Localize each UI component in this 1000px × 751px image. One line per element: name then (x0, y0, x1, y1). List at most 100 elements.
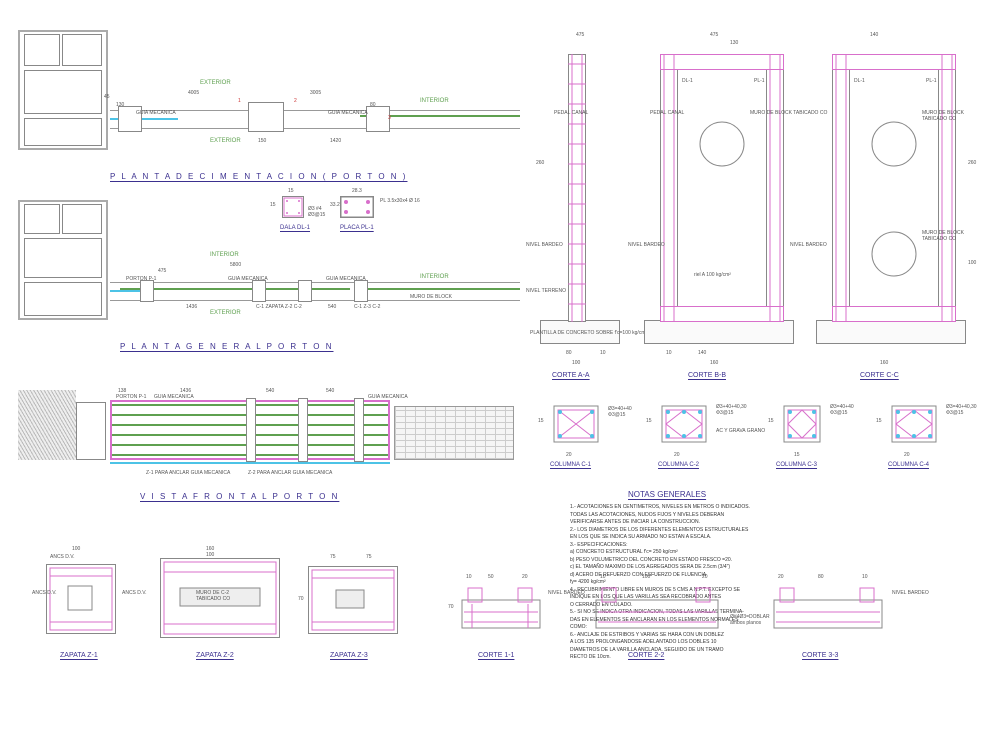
col3-15b: 15 (794, 452, 800, 458)
top-475b: 475 (710, 32, 718, 38)
cc-bars-r (938, 54, 956, 322)
plan2-int: INTERIOR (210, 252, 239, 258)
dala-15a: 15 (270, 202, 276, 208)
cc-base (816, 320, 966, 344)
aa-nb: NIVEL BARDEO (526, 242, 563, 248)
d540: 540 (328, 304, 336, 310)
d475: 475 (158, 268, 166, 274)
bb-pedal: PEDAL CANAL (650, 110, 684, 116)
vf-ancl1: Z-1 PARA ANCLAR GUIA MECANICA (146, 470, 230, 476)
col3-note: Ø3=40+40 Φ3@15 (830, 404, 854, 416)
c11-70: 70 (448, 604, 454, 610)
z1-100: 100 (72, 546, 80, 552)
bb-bars-r (766, 54, 784, 322)
t-z1: ZAPATA Z-1 (60, 652, 98, 659)
placa-txt: PL 3.5x30x4 Ø 16 (380, 198, 420, 204)
c33 (770, 584, 886, 638)
vf-p2 (298, 398, 308, 462)
cc-bars-l (832, 54, 850, 322)
d1436: 1436 (186, 304, 197, 310)
cc-c2 (870, 230, 918, 278)
aa-d10: 10 (600, 350, 606, 356)
vf-p3 (354, 398, 364, 462)
bb-nb: NIVEL BARDEO (628, 242, 665, 248)
c11-nb: NIVEL BARDEO (548, 590, 585, 596)
bb-nb2: NIVEL BARDEO (790, 242, 827, 248)
c22-txt: Ø#4Ø3=DOBLARambos planos (730, 614, 770, 626)
t-col2: COLUMNA C-2 (658, 462, 699, 468)
d1420: 1420 (330, 138, 341, 144)
title-plan2: P L A N T A G E N E R A L P O R T O N (120, 342, 333, 351)
plan2-c4 (354, 280, 368, 302)
bb-dl1: DL-1 (682, 78, 693, 84)
aa-bars (568, 54, 586, 322)
vf-right-wall (394, 406, 514, 460)
bb-d10: 10 (666, 350, 672, 356)
cc-muro1: MURO DE BLOCK TABICADO CO (922, 110, 990, 122)
c33-20: 20 (778, 574, 784, 580)
t-aa: CORTE A-A (552, 372, 590, 379)
d45: 45 (104, 94, 110, 100)
t-col1: COLUMNA C-1 (550, 462, 591, 468)
bb-160: 160 (710, 360, 718, 366)
c22-20: 20 (702, 574, 708, 580)
vf-door (76, 402, 106, 460)
plan1-room4 (24, 118, 102, 146)
aa-pedal: PEDAL CANAL (554, 110, 588, 116)
cut1: 1 (238, 98, 241, 104)
vf-guia: GUIA MECANICA (154, 394, 194, 400)
col1-15: 15 (538, 418, 544, 424)
aa-d100: 100 (572, 360, 580, 366)
c11-20: 20 (522, 574, 528, 580)
plan1-int1: INTERIOR (420, 98, 449, 104)
c11-50: 50 (488, 574, 494, 580)
cc-260: 260 (968, 160, 976, 166)
l-guia4: GUIA MECANICA (326, 276, 366, 282)
plan1-strip-bot (110, 128, 520, 129)
z3-75b: 75 (366, 554, 372, 560)
d4005: 4005 (188, 90, 199, 96)
plan2-c3 (298, 280, 312, 302)
l-mblock: MURO DE BLOCK (410, 294, 452, 300)
vf-p1 (246, 398, 256, 462)
t-col4: COLUMNA C-4 (888, 462, 929, 468)
plan2-c2 (252, 280, 266, 302)
placa-283: 28.3 (352, 188, 362, 194)
c22-10: 10 (600, 574, 606, 580)
bb-130: 130 (730, 40, 738, 46)
title-plan1: P L A N T A D E C I M E N T A C I O N ( … (110, 172, 407, 181)
t-cc: CORTE C-C (860, 372, 899, 379)
t-dala: DALA DL-1 (280, 225, 310, 231)
aa-plant: PLANTILLA DE CONCRETO SOBRE f'c=100 kg/c… (530, 330, 647, 336)
plan2-int2: INTERIOR (420, 274, 449, 280)
vf-540b: 540 (326, 388, 334, 394)
plan2-ext: EXTERIOR (210, 310, 241, 316)
col4-15: 15 (876, 418, 882, 424)
plan1-z3 (366, 106, 390, 132)
col3 (778, 402, 826, 446)
cc-160: 160 (880, 360, 888, 366)
top-140: 140 (870, 32, 878, 38)
c33-80: 80 (818, 574, 824, 580)
plan1-ext2: EXTERIOR (210, 138, 241, 144)
c22 (592, 584, 722, 638)
plan1-room3 (24, 70, 102, 114)
plan2-r3 (24, 238, 102, 278)
l-porton: PORTON P-1 (126, 276, 156, 282)
c11 (458, 584, 544, 638)
d130: 130 (116, 102, 124, 108)
plan2-r1 (24, 204, 60, 234)
d80: 80 (370, 102, 376, 108)
d150: 150 (258, 138, 266, 144)
cc-dl1: DL-1 (854, 78, 865, 84)
bb-muro: MURO DE BLOCK TABICADO CO (750, 110, 827, 116)
c1c2b: C-1 Z-3 C-2 (354, 304, 380, 310)
top-475: 475 (576, 32, 584, 38)
cc-c1 (870, 120, 918, 168)
l-guia3: GUIA MECANICA (228, 276, 268, 282)
aa-260: 260 (536, 160, 544, 166)
dala-svg (282, 196, 304, 218)
z1-right: ANCS D.V. (122, 590, 147, 596)
z1-left: ANCS D.V. (32, 590, 57, 596)
bb-bars-l (660, 54, 678, 322)
